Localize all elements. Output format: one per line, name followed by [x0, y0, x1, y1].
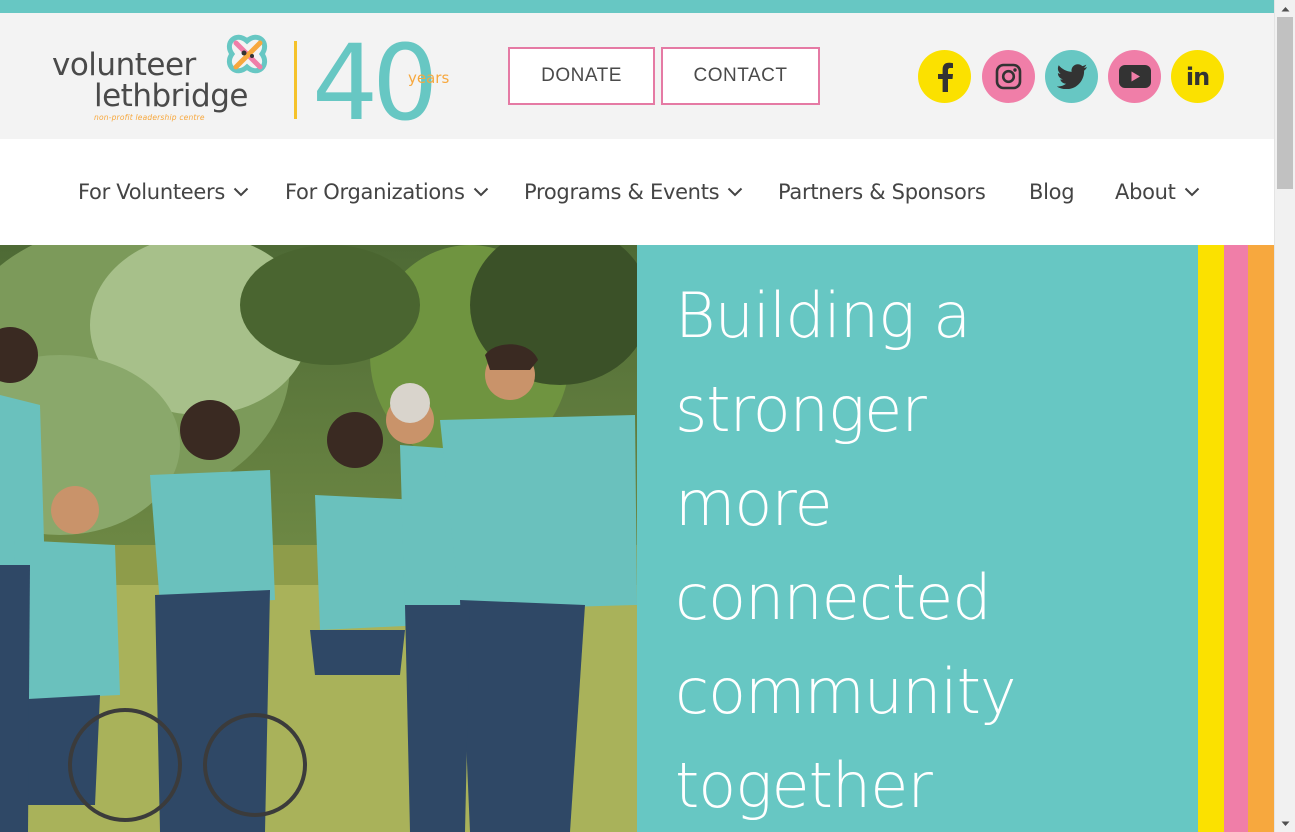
nav-item-label: Partners & Sponsors — [778, 180, 986, 204]
nav-item-label: Programs & Events — [524, 180, 720, 204]
anniversary-unit: years — [408, 69, 449, 87]
hero-section: Building a stronger more connected commu… — [0, 245, 1274, 832]
nav-item-for-organizations[interactable]: For Organizations — [285, 178, 489, 206]
twitter-icon — [1056, 64, 1087, 89]
nav-item-partners-sponsors[interactable]: Partners & Sponsors — [778, 178, 986, 206]
hero-text-panel: Building a stronger more connected commu… — [637, 245, 1198, 832]
chevron-down-icon — [1184, 187, 1199, 197]
site-logo[interactable]: volunteer lethbridge non-profit leadersh… — [50, 29, 460, 129]
hero-headline-line: stronger — [675, 373, 927, 446]
nav-item-label: For Organizations — [285, 180, 465, 204]
yellow-accent-stripe — [1198, 245, 1224, 832]
logo-divider — [294, 41, 297, 119]
main-navigation: For Volunteers For Organizations Program… — [0, 139, 1274, 245]
nav-item-for-volunteers[interactable]: For Volunteers — [78, 178, 249, 206]
orange-accent-stripe — [1248, 245, 1274, 832]
knot-logo-icon — [226, 34, 268, 74]
facebook-link[interactable] — [918, 50, 971, 103]
nav-item-label: For Volunteers — [78, 180, 225, 204]
hero-headline-line: community — [675, 655, 1017, 728]
chevron-down-icon — [233, 187, 249, 197]
hero-headline-line: together — [675, 749, 933, 822]
nav-item-about[interactable]: About — [1115, 178, 1200, 206]
hero-headline-line: Building a — [675, 279, 971, 352]
scroll-up-arrow-icon[interactable] — [1275, 0, 1295, 17]
instagram-icon — [995, 63, 1022, 90]
facebook-icon — [937, 62, 953, 92]
contact-button[interactable]: CONTACT — [661, 47, 820, 105]
forty-years-mark: 40 years — [312, 31, 449, 127]
page-scrollbar[interactable] — [1274, 0, 1295, 832]
site-header: volunteer lethbridge non-profit leadersh… — [0, 13, 1274, 139]
logo-line2: lethbridge — [94, 78, 248, 114]
scrollbar-thumb[interactable] — [1277, 17, 1293, 189]
scroll-down-arrow-icon[interactable] — [1275, 815, 1295, 832]
hero-headline: Building a stronger more connected commu… — [675, 269, 1185, 832]
nav-item-programs-events[interactable]: Programs & Events — [524, 178, 743, 206]
volunteers-in-park-photo — [0, 245, 637, 832]
hero-headline-line: more — [675, 467, 833, 540]
logo-tagline: non-profit leadership centre — [94, 113, 205, 122]
chevron-down-icon — [473, 187, 488, 197]
chevron-down-icon — [728, 187, 743, 197]
instagram-link[interactable] — [982, 50, 1035, 103]
youtube-icon — [1118, 65, 1151, 88]
donate-button[interactable]: DONATE — [508, 47, 655, 105]
linkedin-link[interactable]: in — [1171, 50, 1224, 103]
top-accent-strip — [0, 0, 1274, 13]
pink-accent-stripe — [1224, 245, 1248, 832]
nav-item-label: Blog — [1029, 180, 1075, 204]
linkedin-icon: in — [1185, 62, 1210, 91]
nav-item-blog[interactable]: Blog — [1029, 178, 1075, 206]
youtube-link[interactable] — [1108, 50, 1161, 103]
hero-headline-line: connected — [675, 561, 992, 634]
nav-item-label: About — [1115, 180, 1176, 204]
twitter-link[interactable] — [1045, 50, 1098, 103]
